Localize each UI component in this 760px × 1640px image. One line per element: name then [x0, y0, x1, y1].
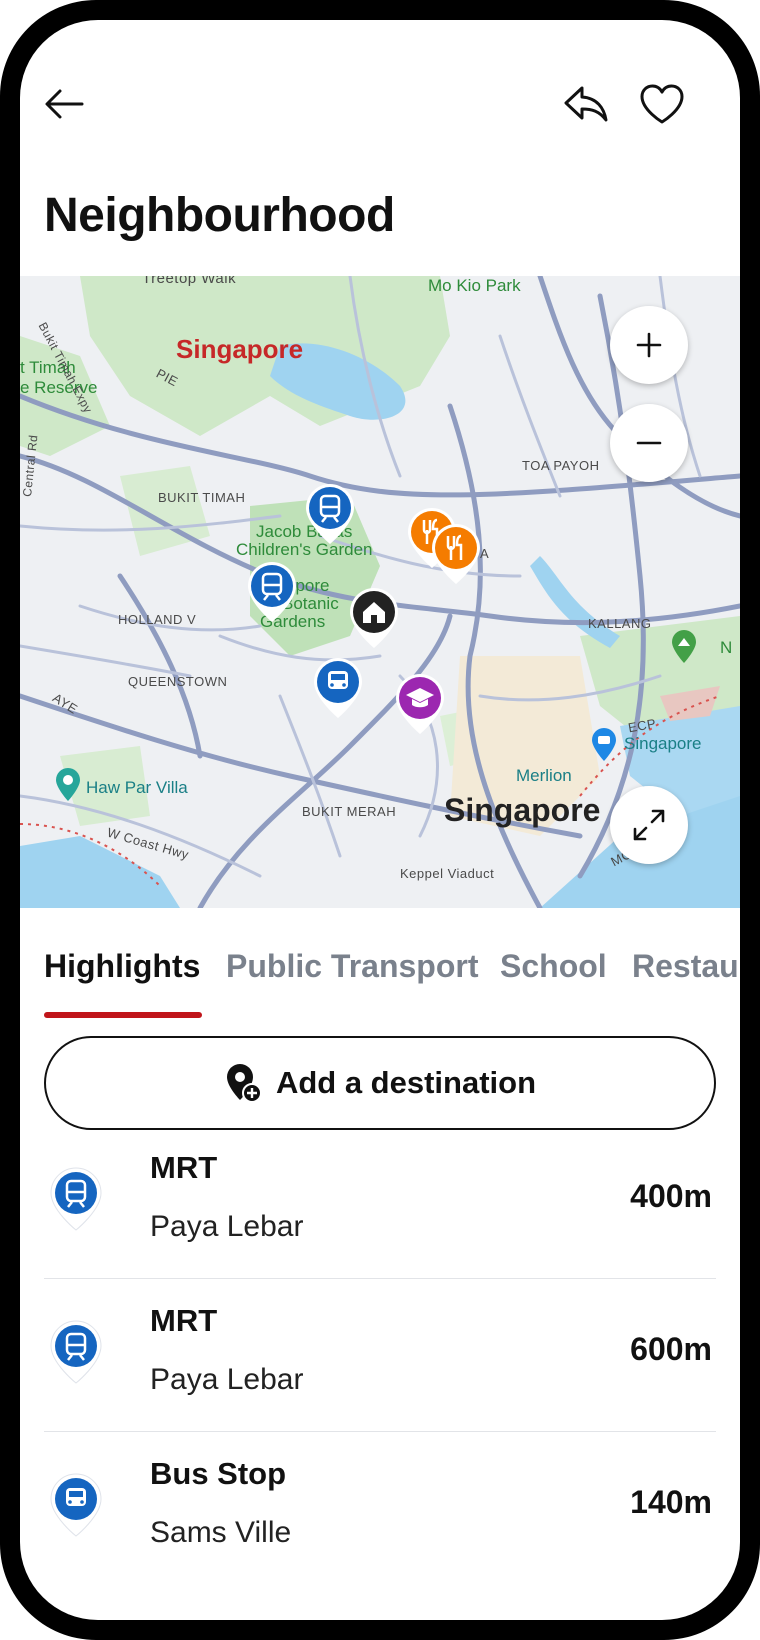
park-landmark-icon — [56, 768, 80, 801]
share-button[interactable] — [558, 76, 614, 132]
add-destination-button[interactable]: Add a destination — [44, 1036, 716, 1130]
map-label-kallang: KALLANG — [588, 616, 652, 631]
map-label-queenstown: QUEENSTOWN — [128, 674, 228, 689]
map-label-treetop: Treetop Walk — [142, 276, 237, 287]
map-label-sg-flyer: Singapore — [624, 734, 702, 753]
location-add-icon — [226, 1064, 262, 1103]
attraction-landmark-icon — [592, 728, 616, 761]
list-item-type: MRT — [150, 1303, 218, 1338]
list-item[interactable]: MRT Paya Lebar 600m — [44, 1279, 716, 1432]
zoom-in-button[interactable] — [610, 306, 688, 384]
add-destination-label: Add a destination — [275, 1065, 537, 1100]
tab-restaurants[interactable]: Restaurants — [632, 948, 740, 985]
list-item-distance: 400m — [630, 1178, 712, 1214]
map-label-merlion: Merlion — [516, 766, 572, 785]
page-title: Neighbourhood — [44, 189, 395, 242]
map-label-singapore-city: Singapore — [444, 792, 601, 828]
bus-icon — [50, 1473, 102, 1537]
train-icon — [50, 1167, 102, 1231]
expand-map-button[interactable] — [610, 786, 688, 864]
minus-icon — [636, 441, 662, 445]
arrow-left-icon — [45, 89, 84, 119]
list-item-distance: 600m — [630, 1331, 712, 1367]
list-item-name: Sams Ville — [150, 1516, 292, 1549]
list-item[interactable]: MRT Paya Lebar 400m — [44, 1126, 716, 1279]
tab-school[interactable]: School — [500, 948, 607, 985]
map-label-toa-payoh: TOA PAYOH — [522, 458, 600, 473]
screen: Neighbourhood Treetop Walk Mo Kio Park S… — [20, 20, 740, 1620]
list-item-name: Paya Lebar — [150, 1363, 304, 1396]
top-bar — [20, 20, 740, 190]
list-item-type: MRT — [150, 1150, 218, 1185]
category-tabs: Highlights Public Transport School Resta… — [20, 948, 740, 1038]
expand-icon — [633, 809, 665, 841]
home-pin-icon[interactable] — [346, 586, 402, 650]
bus-pin-icon[interactable] — [310, 656, 366, 720]
mrt-pin-icon[interactable] — [302, 482, 358, 546]
share-icon — [564, 86, 608, 122]
map-label-holland: HOLLAND V — [118, 612, 197, 627]
garden-landmark-icon — [672, 630, 696, 663]
map-label-bukit-timah: BUKIT TIMAH — [158, 490, 246, 505]
map-label-haw-par: Haw Par Villa — [86, 778, 188, 797]
school-pin-icon[interactable] — [392, 672, 448, 736]
back-button[interactable] — [36, 76, 92, 132]
mrt-pin-icon[interactable] — [244, 560, 300, 624]
zoom-out-button[interactable] — [610, 404, 688, 482]
tab-highlights[interactable]: Highlights — [44, 948, 200, 985]
map-label-keppel: Keppel Viaduct — [400, 866, 495, 881]
tab-active-indicator — [44, 1012, 202, 1018]
train-icon — [50, 1320, 102, 1384]
tab-public-transport[interactable]: Public Transport — [226, 948, 478, 985]
map-label-singapore-region: Singapore — [176, 334, 304, 364]
heart-icon — [640, 84, 684, 124]
map-view[interactable]: Treetop Walk Mo Kio Park Singapore t Tim… — [20, 276, 740, 908]
list-item-distance: 140m — [630, 1484, 712, 1520]
restaurant-pin-icon[interactable] — [428, 522, 484, 586]
favorite-button[interactable] — [634, 76, 690, 132]
list-item-name: Paya Lebar — [150, 1210, 304, 1243]
map-label-edge-n: N — [720, 638, 733, 657]
map-label-bukit-merah: BUKIT MERAH — [302, 804, 397, 819]
map-label-mokio: Mo Kio Park — [428, 276, 521, 295]
list-item-type: Bus Stop — [150, 1456, 287, 1491]
plus-icon — [636, 332, 662, 358]
list-item[interactable]: Bus Stop Sams Ville 140m — [44, 1432, 716, 1585]
